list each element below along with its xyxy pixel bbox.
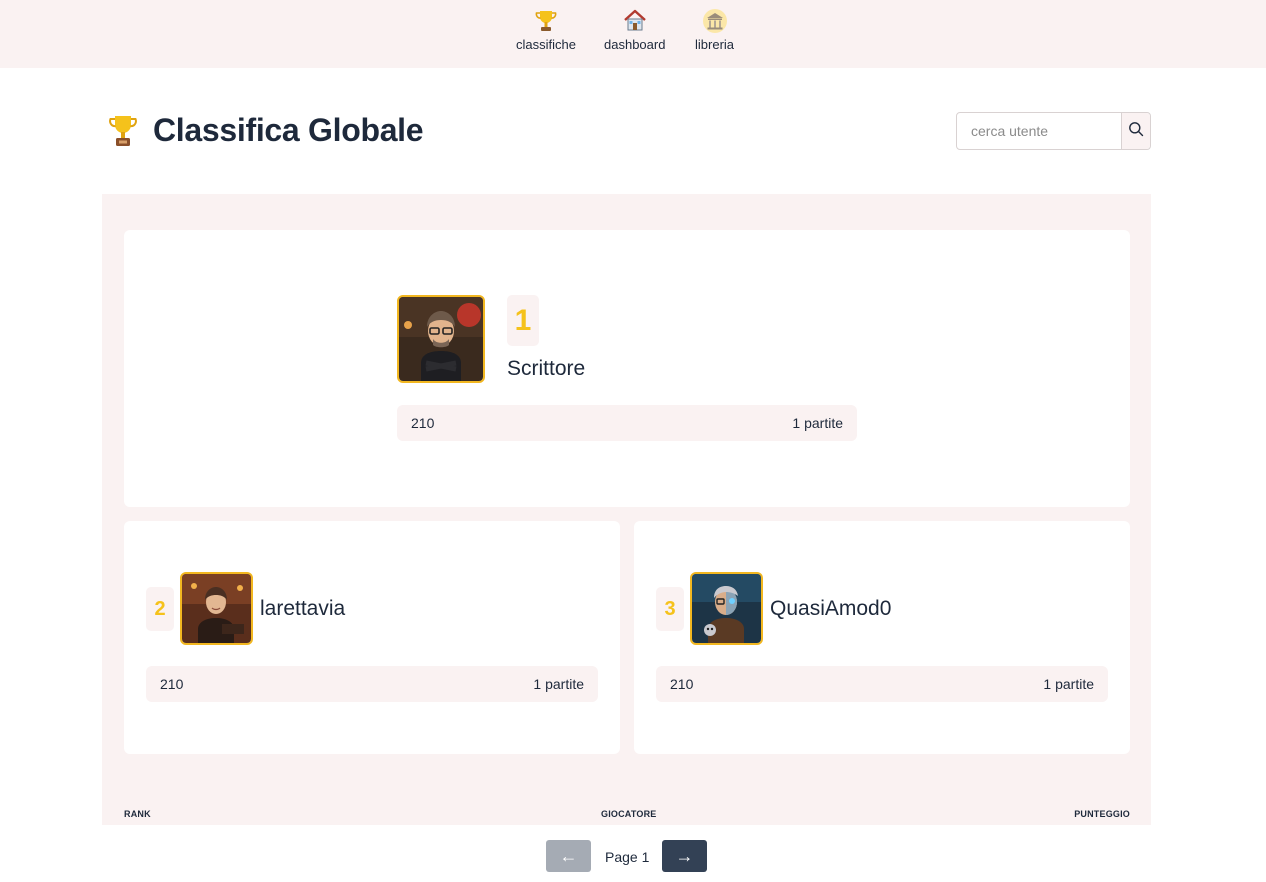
avatar (690, 572, 763, 645)
podium-card-third[interactable]: 3 QuasiAmod0 210 1 partite (634, 521, 1130, 754)
avatar (397, 295, 485, 383)
nav-item-libreria[interactable]: libreria (695, 7, 734, 52)
next-page-button[interactable]: → (662, 840, 707, 872)
column-header-player: GIOCATORE (601, 809, 657, 819)
games-count: 1 partite (533, 676, 584, 692)
score-value: 210 (160, 676, 184, 692)
page-header: Classifica Globale (107, 112, 424, 149)
games-count: 1 partite (1043, 676, 1094, 692)
leaderboard: 1 Scrittore 210 1 partite 2 larettavia 2 (102, 194, 1151, 825)
nav-item-label: libreria (695, 37, 735, 52)
podium-card-second[interactable]: 2 larettavia 210 1 partite (124, 521, 620, 754)
player-name: larettavia (260, 597, 346, 620)
previous-page-button[interactable]: ← (546, 840, 591, 872)
nav-item-label: classifiche (516, 37, 576, 52)
score-value: 210 (670, 676, 694, 692)
column-header-score: PUNTEGGIO (1074, 809, 1130, 819)
library-icon (701, 7, 729, 35)
podium-card-first[interactable]: 1 Scrittore 210 1 partite (124, 230, 1130, 507)
player-name: Scrittore (507, 357, 586, 380)
rank-badge: 1 (507, 295, 539, 346)
nav-item-label: dashboard (604, 37, 666, 52)
score-value: 210 (411, 415, 435, 431)
games-count: 1 partite (792, 415, 843, 431)
nav-item-classifiche[interactable]: classifiche (516, 7, 576, 52)
avatar (180, 572, 253, 645)
top-navigation: classifiche dashboard libreria (0, 0, 1266, 68)
rank-badge: 3 (656, 587, 684, 631)
page-title: Classifica Globale (153, 112, 424, 148)
trophy-icon (532, 7, 560, 35)
search-button[interactable] (1121, 113, 1150, 149)
score-bar: 210 1 partite (397, 405, 857, 441)
rank-badge: 2 (146, 587, 174, 631)
player-name: QuasiAmod0 (770, 597, 892, 620)
search-icon (1128, 121, 1144, 142)
search-input[interactable] (957, 113, 1121, 149)
house-icon (621, 7, 649, 35)
score-bar: 210 1 partite (146, 666, 598, 702)
page-indicator: Page 1 (605, 849, 650, 865)
trophy-icon (107, 113, 139, 149)
score-bar: 210 1 partite (656, 666, 1108, 702)
nav-item-dashboard[interactable]: dashboard (604, 7, 665, 52)
column-header-rank: RANK (124, 809, 151, 819)
search-box (956, 112, 1151, 150)
